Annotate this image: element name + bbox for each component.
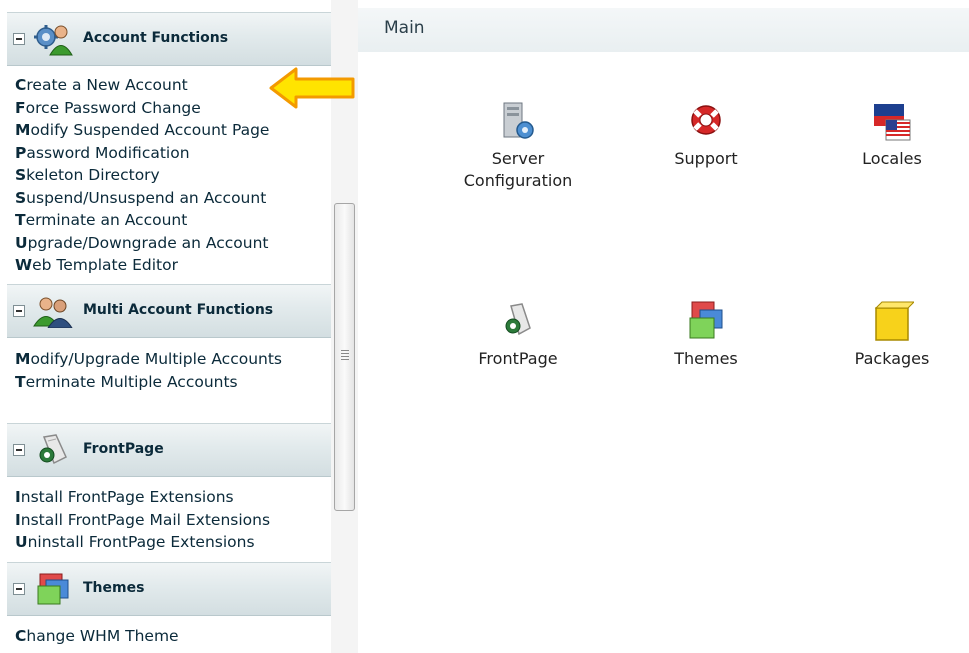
link-initial: T [15, 211, 26, 229]
link-install-frontpage-extensions[interactable]: Install FrontPage Extensions [15, 486, 331, 509]
link-initial: U [15, 233, 28, 252]
link-terminate-account[interactable]: Terminate an Account [15, 209, 331, 232]
link-modify-suspended-account-page[interactable]: Modify Suspended Account Page [15, 119, 331, 142]
link-text: eb Template Editor [32, 256, 178, 274]
link-text: nstall FrontPage Extensions [20, 488, 234, 506]
link-text: orce Password Change [25, 98, 201, 117]
section-header-multi-account-functions[interactable]: Multi Account Functions [7, 284, 331, 338]
section-title: Account Functions [83, 30, 229, 46]
link-text: odify/Upgrade Multiple Accounts [30, 350, 282, 368]
tile-themes[interactable]: Themes [631, 300, 781, 370]
link-change-whm-theme[interactable]: Change WHM Theme [15, 625, 331, 648]
link-skeleton-directory[interactable]: Skeleton Directory [15, 164, 331, 187]
scrollbar-thumb[interactable] [334, 203, 355, 511]
grip-icon [341, 350, 349, 360]
tile-support[interactable]: Support [631, 100, 781, 170]
link-initial: S [15, 188, 27, 207]
link-web-template-editor[interactable]: Web Template Editor [15, 254, 331, 277]
collapse-toggle-icon[interactable] [13, 33, 25, 45]
link-initial: U [15, 533, 28, 551]
collapse-toggle-icon[interactable] [13, 444, 25, 456]
link-text: odify Suspended Account Page [30, 121, 270, 139]
themes-icon [689, 301, 723, 339]
tile-locales[interactable]: Locales [817, 100, 967, 170]
link-terminate-multiple-accounts[interactable]: Terminate Multiple Accounts [15, 371, 331, 394]
link-initial: F [15, 98, 26, 117]
link-text: pgrade/Downgrade an Account [27, 233, 269, 252]
tile-label: FrontPage [478, 349, 558, 368]
link-text: assword Modification [26, 143, 190, 162]
themes-links: Change WHM Theme [15, 625, 331, 648]
server-config-icon [503, 102, 534, 139]
frontpage-links: Install FrontPage Extensions Install Fro… [15, 486, 331, 554]
link-uninstall-frontpage-extensions[interactable]: Uninstall FrontPage Extensions [15, 531, 331, 554]
link-install-frontpage-mail-extensions[interactable]: Install FrontPage Mail Extensions [15, 509, 331, 532]
main-header: Main [358, 8, 969, 52]
link-initial: M [15, 350, 31, 368]
link-initial: C [15, 627, 27, 645]
section-header-account-functions[interactable]: Account Functions [7, 12, 331, 66]
link-text: erminate an Account [25, 211, 188, 229]
link-text: ninstall FrontPage Extensions [27, 533, 255, 551]
link-initial: T [15, 372, 26, 391]
link-text: uspend/Unsuspend an Account [26, 188, 267, 207]
tile-server-configuration[interactable]: Server Configuration [443, 100, 593, 192]
link-text: erminate Multiple Accounts [25, 372, 238, 391]
link-text: hange WHM Theme [26, 627, 179, 645]
tile-label: Server Configuration [463, 149, 573, 190]
tile-label: Themes [674, 349, 738, 368]
link-text: keleton Directory [26, 166, 160, 184]
section-header-frontpage[interactable]: FrontPage [7, 423, 331, 477]
tile-label: Locales [862, 149, 922, 168]
link-text: nstall FrontPage Mail Extensions [20, 510, 271, 529]
section-title: Themes [83, 580, 145, 596]
left-arrow-icon [269, 67, 355, 109]
page-title: Main [384, 18, 425, 38]
section-title: Multi Account Functions [83, 302, 274, 318]
link-suspend-unsuspend-account[interactable]: Suspend/Unsuspend an Account [15, 187, 331, 210]
users-icon [33, 297, 73, 328]
link-modify-upgrade-multiple-accounts[interactable]: Modify/Upgrade Multiple Accounts [15, 348, 285, 371]
section-header-themes[interactable]: Themes [7, 562, 331, 616]
link-initial: W [15, 256, 33, 274]
link-initial: M [15, 121, 31, 139]
lifebuoy-icon [691, 105, 721, 135]
link-initial: P [15, 143, 27, 162]
tile-label: Packages [854, 349, 930, 368]
tile-label: Support [674, 149, 738, 168]
tile-frontpage[interactable]: FrontPage [443, 300, 593, 370]
tile-packages[interactable]: Packages [817, 300, 967, 370]
package-icon [874, 301, 914, 341]
flag-icon [874, 104, 911, 141]
link-upgrade-downgrade-account[interactable]: Upgrade/Downgrade an Account [15, 232, 331, 255]
collapse-toggle-icon[interactable] [13, 305, 25, 317]
frontpage-icon [505, 303, 531, 336]
themes-icon [37, 573, 69, 605]
link-password-modification[interactable]: Password Modification [15, 142, 331, 165]
link-initial: C [15, 76, 27, 94]
link-initial: S [15, 166, 27, 184]
link-text: reate a New Account [26, 76, 188, 94]
section-title: FrontPage [83, 441, 164, 457]
multi-account-functions-links: Modify/Upgrade Multiple Accounts Termina… [15, 348, 331, 393]
frontpage-icon [39, 434, 67, 465]
account-gear-icon [34, 25, 73, 56]
collapse-toggle-icon[interactable] [13, 583, 25, 595]
